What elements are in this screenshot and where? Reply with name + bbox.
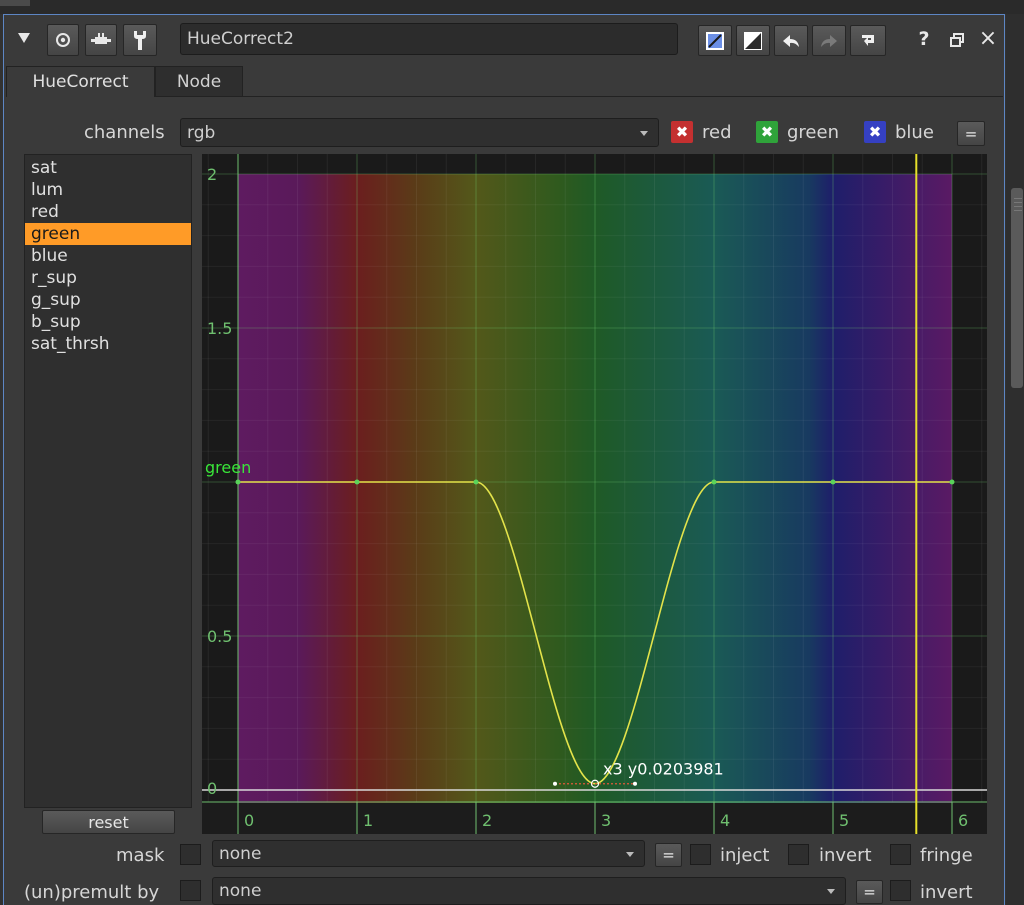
curve-item-lum[interactable]: lum [25, 179, 191, 201]
curve-item-green[interactable]: green [25, 223, 191, 245]
y-tick-label: 0 [207, 779, 217, 798]
x-tick-label: 6 [958, 811, 968, 830]
series-name-label: green [205, 458, 251, 477]
tab-divider [243, 96, 1003, 97]
node-color-icon[interactable] [698, 25, 732, 56]
green-toggle[interactable]: ✖ [756, 121, 778, 143]
tangent-point[interactable] [633, 781, 637, 786]
fringe-label: fringe [920, 845, 973, 866]
tab-node[interactable]: Node [155, 66, 243, 97]
curve-point[interactable] [354, 479, 360, 485]
wrench-icon[interactable] [123, 24, 157, 56]
curve-point[interactable] [949, 479, 955, 485]
tangent-point[interactable] [553, 781, 557, 786]
selected-point-label: x3 y0.0203981 [603, 760, 724, 779]
chevron-down-icon [827, 889, 835, 894]
y-tick-label: 1.5 [207, 319, 232, 338]
curve-item-b_sup[interactable]: b_sup [25, 311, 191, 333]
curve-item-r_sup[interactable]: r_sup [25, 267, 191, 289]
inject-label: inject [720, 845, 770, 866]
channels-value: rgb [187, 122, 216, 143]
mask-invert-label: invert [819, 845, 872, 866]
undo-icon[interactable] [774, 25, 808, 56]
revert-icon[interactable] [850, 25, 886, 56]
red-toggle[interactable]: ✖ [671, 121, 693, 143]
premult-value: none [219, 881, 262, 901]
mask-link-button[interactable]: = [655, 843, 682, 867]
premult-link-button[interactable]: = [856, 880, 883, 904]
x-tick-label: 1 [363, 811, 373, 830]
mask-invert-checkbox[interactable] [788, 844, 809, 865]
y-tick-label: 2 [207, 165, 217, 184]
x-tick-label: 3 [601, 811, 611, 830]
curve-item-sat[interactable]: sat [25, 157, 191, 179]
premult-checkbox[interactable] [180, 880, 201, 901]
premult-dropdown[interactable]: none [212, 877, 846, 905]
tab-huecorrect[interactable]: HueCorrect [6, 66, 155, 97]
reset-button[interactable]: reset [42, 810, 175, 834]
channels-link-button[interactable]: = [957, 121, 985, 146]
curve-item-red[interactable]: red [25, 201, 191, 223]
chevron-down-icon [640, 130, 648, 136]
color-swatch-icon[interactable] [736, 25, 770, 56]
plug-icon[interactable] [85, 24, 117, 56]
x-tick-label: 2 [482, 811, 492, 830]
premult-invert-label: invert [920, 882, 973, 903]
mask-dropdown[interactable]: none [212, 840, 645, 867]
curve-list[interactable]: sat lum red green blue r_sup g_sup b_sup sat_thr… [24, 154, 192, 808]
collapse-triangle-icon[interactable] [18, 33, 30, 43]
curve-item-sat_thrsh[interactable]: sat_thrsh [25, 333, 191, 355]
mask-checkbox[interactable] [180, 844, 201, 865]
curve-point[interactable] [830, 479, 836, 485]
curve-item-g_sup[interactable]: g_sup [25, 289, 191, 311]
y-tick-label: 0.5 [207, 627, 232, 646]
viewer-icon[interactable] [47, 24, 79, 56]
close-icon[interactable]: × [978, 26, 998, 52]
x-tick-label: 4 [720, 811, 730, 830]
red-label: red [702, 122, 732, 143]
float-window-icon[interactable] [950, 32, 964, 47]
curve-graph[interactable]: 0 1 2 3 4 5 6 0 0.5 1.5 2 green x3 y0.0203981 [202, 154, 987, 834]
mask-label: mask [116, 845, 165, 866]
premult-invert-checkbox[interactable] [890, 880, 911, 901]
premult-label: (un)premult by [24, 882, 160, 903]
right-scrollbar[interactable] [1006, 14, 1024, 905]
help-icon[interactable]: ? [914, 28, 934, 52]
mask-value: none [219, 843, 262, 864]
blue-toggle[interactable]: ✖ [864, 121, 886, 143]
channels-dropdown[interactable]: rgb [180, 118, 659, 147]
scrollbar-thumb[interactable] [1011, 188, 1023, 388]
fringe-checkbox[interactable] [890, 844, 911, 865]
curve-point[interactable] [235, 479, 241, 485]
top-strip [0, 0, 1024, 14]
inject-checkbox[interactable] [690, 844, 711, 865]
x-tick-label: 0 [244, 811, 254, 830]
channels-label: channels [84, 122, 165, 143]
blue-label: blue [895, 122, 934, 143]
curve-item-blue[interactable]: blue [25, 245, 191, 267]
green-label: green [787, 122, 839, 143]
chevron-down-icon [626, 851, 634, 857]
redo-icon[interactable] [812, 25, 846, 56]
x-tick-label: 5 [839, 811, 849, 830]
node-name-input[interactable]: HueCorrect2 [180, 23, 678, 55]
curve-point[interactable] [711, 479, 717, 485]
curve-point[interactable] [473, 479, 479, 485]
